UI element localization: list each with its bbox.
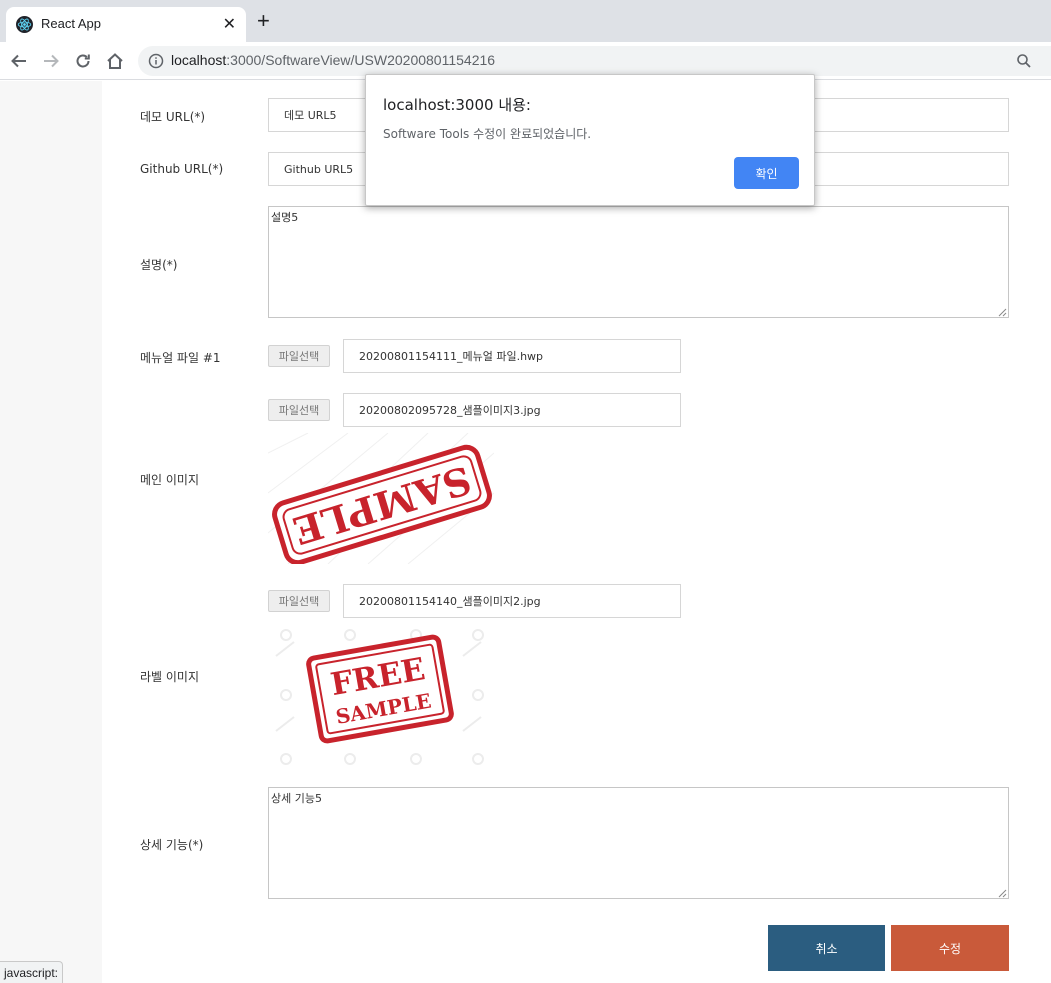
submit-button[interactable]: 수정: [891, 925, 1009, 971]
main-image-file-name: 20200802095728_샘플이미지3.jpg: [359, 404, 541, 417]
react-logo-icon: [16, 16, 33, 33]
description-textarea[interactable]: 설명5: [268, 206, 1009, 318]
dialog-ok-button[interactable]: 확인: [734, 157, 799, 189]
github-url-value: Github URL5: [284, 162, 354, 176]
url-text: localhost:3000/SoftwareView/USW202008011…: [171, 52, 496, 68]
detail-features-textarea[interactable]: 상세 기능5: [268, 787, 1009, 899]
tab-react-app[interactable]: React App ✕: [6, 7, 246, 42]
manual-file-name-field[interactable]: 20200801154111_메뉴얼 파일.hwp: [343, 339, 681, 373]
main-image-name-field[interactable]: 20200802095728_샘플이미지3.jpg: [343, 393, 681, 427]
dialog-message: Software Tools 수정이 완료되었습니다.: [383, 127, 592, 141]
label-image-name-field[interactable]: 20200801154140_샘플이미지2.jpg: [343, 584, 681, 618]
manual-file-label: 메뉴얼 파일 #1: [140, 351, 221, 365]
reload-icon[interactable]: [73, 51, 93, 71]
main-image-label: 메인 이미지: [140, 473, 200, 487]
back-arrow-icon[interactable]: [9, 51, 29, 71]
description-label: 설명(*): [140, 258, 178, 272]
alert-dialog: localhost:3000 내용: Software Tools 수정이 완료…: [365, 74, 815, 206]
label-image-preview: FREE SAMPLE: [268, 621, 488, 769]
status-bar: javascript:: [0, 961, 64, 983]
new-tab-button[interactable]: +: [257, 10, 270, 32]
manual-file-select-button[interactable]: 파일선택: [268, 345, 330, 367]
main-image-preview: SAMPLE: [268, 433, 494, 564]
cancel-button[interactable]: 취소: [768, 925, 885, 971]
demo-url-value: 데모 URL5: [284, 109, 337, 122]
description-value: 설명5: [271, 211, 299, 224]
manual-file-name: 20200801154111_메뉴얼 파일.hwp: [359, 350, 544, 363]
demo-url-label: 데모 URL(*): [140, 110, 206, 124]
forward-arrow-icon[interactable]: [41, 51, 61, 71]
resize-grip-icon[interactable]: [998, 307, 1007, 317]
label-image-file-name: 20200801154140_샘플이미지2.jpg: [359, 595, 541, 608]
tab-title: React App: [41, 16, 101, 31]
detail-features-label: 상세 기능(*): [140, 838, 204, 852]
label-image-label: 라벨 이미지: [140, 670, 200, 684]
software-edit-page: 데모 URL(*) 데모 URL5 Github URL(*) Github U…: [0, 81, 1051, 983]
browser-window: React App ✕ + localhost:3000/SoftwareVie…: [0, 0, 1051, 983]
home-icon[interactable]: [105, 51, 125, 71]
site-info-icon[interactable]: [148, 53, 164, 69]
tab-strip: React App ✕ +: [0, 0, 1051, 42]
close-tab-icon[interactable]: ✕: [223, 14, 236, 34]
left-gutter: [0, 81, 102, 983]
dialog-title: localhost:3000 내용:: [383, 96, 531, 114]
zoom-icon[interactable]: [1016, 53, 1032, 69]
resize-grip-icon[interactable]: [998, 888, 1007, 898]
address-bar[interactable]: localhost:3000/SoftwareView/USW202008011…: [138, 46, 1051, 76]
main-image-select-button[interactable]: 파일선택: [268, 399, 330, 421]
github-url-label: Github URL(*): [140, 162, 224, 176]
detail-features-value: 상세 기능5: [271, 792, 322, 805]
label-image-select-button[interactable]: 파일선택: [268, 590, 330, 612]
